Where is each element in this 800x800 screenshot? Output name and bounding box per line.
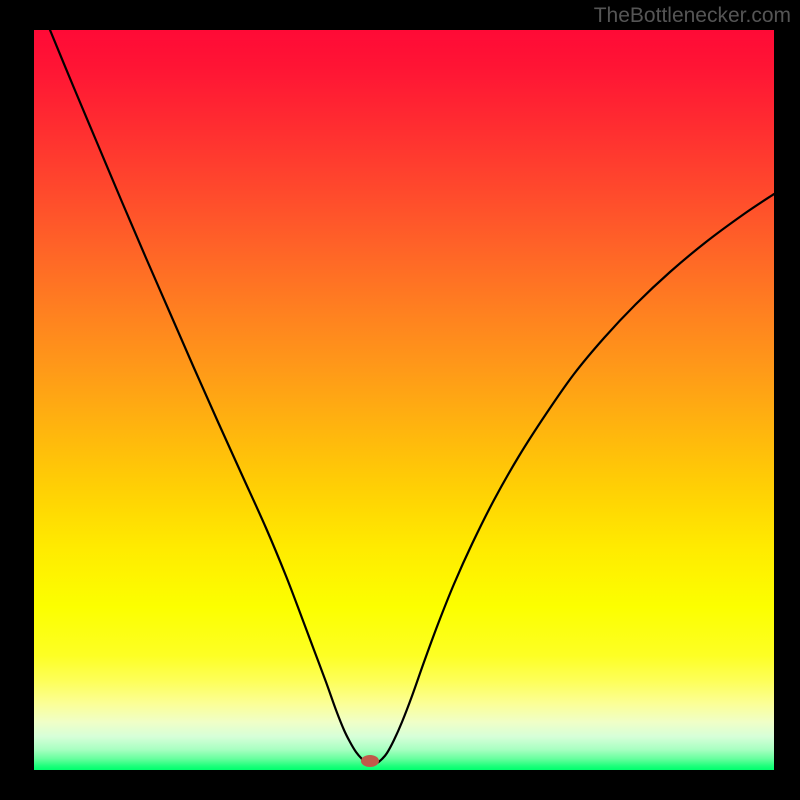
watermark-text: TheBottlenecker.com xyxy=(594,4,791,28)
gradient-background xyxy=(34,30,774,770)
optimum-marker xyxy=(361,755,379,767)
plot-area xyxy=(34,30,774,770)
plot-svg xyxy=(34,30,774,770)
chart-frame: TheBottlenecker.com xyxy=(0,0,800,800)
